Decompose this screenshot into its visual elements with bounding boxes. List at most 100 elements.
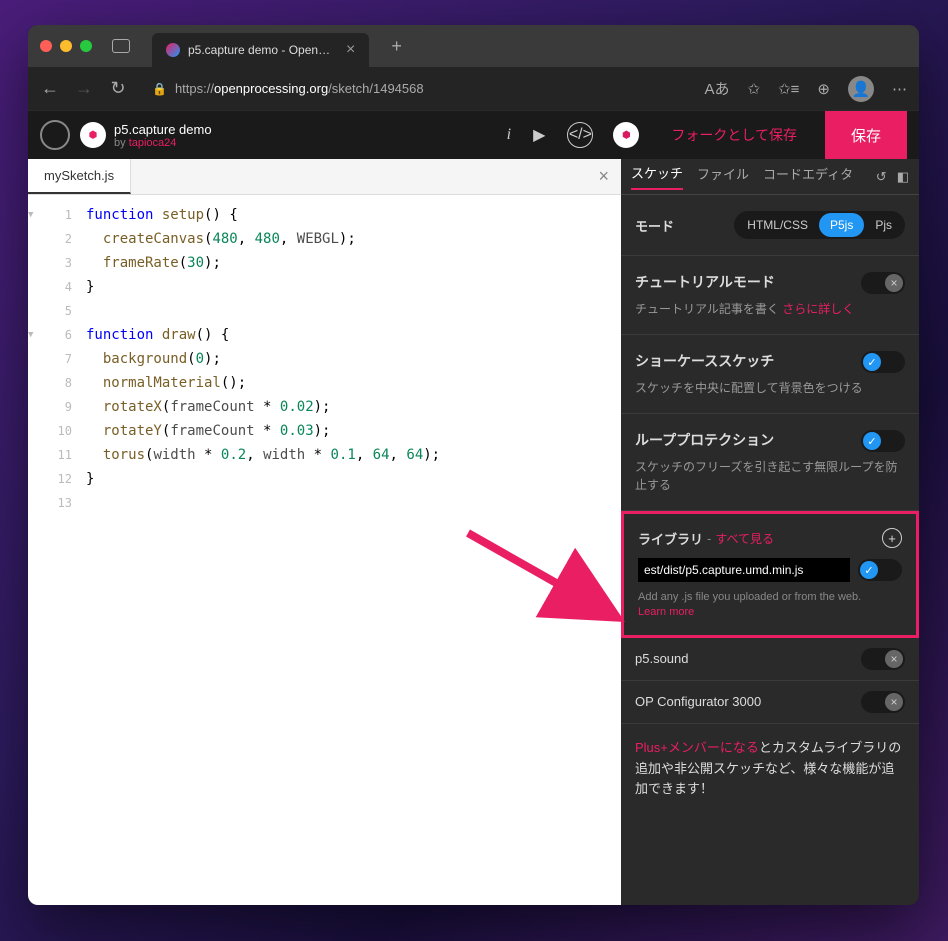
sketch-thumbnail-icon[interactable]: ⬢ — [80, 122, 106, 148]
openprocessing-logo-icon[interactable] — [40, 120, 70, 150]
sidebar-icon[interactable] — [112, 39, 130, 53]
showcase-title: ショーケーススケッチ — [635, 351, 774, 371]
mode-selector: HTML/CSS P5js Pjs — [734, 211, 905, 239]
showcase-section: ショーケーススケッチ ✓ スケッチを中央に配置して背景色をつける — [621, 335, 919, 414]
code-line: ▼6function draw() { — [28, 323, 621, 347]
library-item-label: OP Configurator 3000 — [635, 694, 761, 709]
reload-button[interactable]: ↻ — [108, 78, 128, 99]
code-line: 9 rotateX(frameCount * 0.02); — [28, 395, 621, 419]
tab-code-editor[interactable]: コードエディタ — [763, 164, 853, 189]
window-controls — [40, 40, 92, 52]
maximize-window-icon[interactable] — [80, 40, 92, 52]
loop-toggle[interactable]: ✓ — [861, 430, 905, 452]
library-url-toggle[interactable]: ✓ — [858, 559, 902, 581]
code-button[interactable]: </> — [567, 122, 593, 148]
library-section: ライブラリ - すべて見る + ✓ Add any .js file you u… — [621, 511, 919, 638]
info-button[interactable]: i — [507, 126, 511, 144]
sketch-author: by tapioca24 — [114, 137, 212, 149]
library-viewall-link[interactable]: すべて見る — [715, 530, 774, 547]
code-line: 10 rotateY(frameCount * 0.03); — [28, 419, 621, 443]
lock-icon: 🔒 — [152, 82, 167, 96]
loop-section: ループプロテクション ✓ スケッチのフリーズを引き起こす無限ループを防止する — [621, 414, 919, 511]
loop-title: ループプロテクション — [635, 430, 774, 450]
loop-desc: スケッチのフリーズを引き起こす無限ループを防止する — [635, 458, 905, 494]
tutorial-desc: チュートリアル記事を書く さらに詳しく — [635, 300, 905, 318]
code-editor: mySketch.js × ▼1function setup() {2 crea… — [28, 159, 621, 905]
browser-tab[interactable]: p5.capture demo - OpenProce × — [152, 33, 369, 67]
plus-link[interactable]: Plus+メンバーになる — [635, 740, 759, 755]
library-header: ライブラリ - すべて見る + — [638, 528, 902, 548]
browser-window: p5.capture demo - OpenProce × + ← → ↻ 🔒 … — [28, 25, 919, 905]
settings-sidebar: スケッチ ファイル コードエディタ ↺ ◧ モード HTML/CSS P5js … — [621, 159, 919, 905]
user-avatar[interactable]: ⬢ — [613, 122, 639, 148]
sketch-info: p5.capture demo by tapioca24 — [114, 122, 212, 149]
mode-html[interactable]: HTML/CSS — [736, 213, 819, 237]
url-bar: ← → ↻ 🔒 https://openprocessing.org/sketc… — [28, 67, 919, 111]
mode-section: モード HTML/CSS P5js Pjs — [621, 195, 919, 256]
forward-button[interactable]: → — [74, 78, 94, 99]
code-line: 4} — [28, 275, 621, 299]
library-url-input[interactable] — [638, 558, 850, 582]
code-line: 12} — [28, 467, 621, 491]
add-library-button[interactable]: + — [882, 528, 902, 548]
showcase-toggle[interactable]: ✓ — [861, 351, 905, 373]
bookmark-icon[interactable]: ◧ — [897, 169, 909, 185]
library-p5sound-toggle[interactable]: × — [861, 648, 905, 670]
library-item-opconfig: OP Configurator 3000 × — [621, 681, 919, 724]
file-tab[interactable]: mySketch.js — [28, 159, 131, 194]
url-text: https://openprocessing.org/sketch/149456… — [175, 81, 424, 96]
library-hint: Add any .js file you uploaded or from th… — [638, 590, 902, 621]
minimize-window-icon[interactable] — [60, 40, 72, 52]
showcase-desc: スケッチを中央に配置して背景色をつける — [635, 379, 905, 397]
app-header: ⬢ p5.capture demo by tapioca24 i ▶ </> ⬢… — [28, 111, 919, 159]
code-line: ▼1function setup() { — [28, 203, 621, 227]
close-window-icon[interactable] — [40, 40, 52, 52]
mode-label: モード — [635, 216, 674, 235]
plus-promo: Plus+メンバーになるとカスタムライブラリの追加や非公開スケッチなど、様々な機… — [621, 724, 919, 814]
author-link[interactable]: tapioca24 — [129, 137, 177, 149]
reader-icon[interactable]: Aあ — [705, 78, 730, 99]
sketch-title: p5.capture demo — [114, 122, 212, 137]
code-line: 13 — [28, 491, 621, 515]
code-line: 8 normalMaterial(); — [28, 371, 621, 395]
library-learn-link[interactable]: Learn more — [638, 606, 694, 618]
code-line: 7 background(0); — [28, 347, 621, 371]
tab-sketch[interactable]: スケッチ — [631, 163, 683, 190]
code-area[interactable]: ▼1function setup() {2 createCanvas(480, … — [28, 195, 621, 905]
new-tab-button[interactable]: + — [391, 36, 402, 57]
collections-icon[interactable]: ⊕ — [817, 80, 830, 98]
code-line: 11 torus(width * 0.2, width * 0.1, 64, 6… — [28, 443, 621, 467]
fork-button[interactable]: フォークとして保存 — [653, 125, 815, 145]
play-button[interactable]: ▶ — [533, 125, 545, 145]
tab-file[interactable]: ファイル — [697, 164, 749, 189]
mode-p5js[interactable]: P5js — [819, 213, 864, 237]
tab-title: p5.capture demo - OpenProce — [188, 43, 338, 57]
favorite-icon[interactable]: ✩ — [748, 80, 761, 98]
tutorial-toggle[interactable]: × — [861, 272, 905, 294]
profile-avatar[interactable]: 👤 — [848, 76, 874, 102]
code-line: 3 frameRate(30); — [28, 251, 621, 275]
library-opconfig-toggle[interactable]: × — [861, 691, 905, 713]
titlebar: p5.capture demo - OpenProce × + — [28, 25, 919, 67]
tutorial-section: チュートリアルモード × チュートリアル記事を書く さらに詳しく — [621, 256, 919, 335]
library-item-label: p5.sound — [635, 651, 689, 666]
save-button[interactable]: 保存 — [825, 111, 907, 160]
tutorial-more-link[interactable]: さらに詳しく — [782, 302, 854, 316]
file-tabs: mySketch.js × — [28, 159, 621, 195]
mode-pjs[interactable]: Pjs — [864, 213, 903, 237]
main-content: mySketch.js × ▼1function setup() {2 crea… — [28, 159, 919, 905]
code-line: 5 — [28, 299, 621, 323]
code-line: 2 createCanvas(480, 480, WEBGL); — [28, 227, 621, 251]
library-item-p5sound: p5.sound × — [621, 638, 919, 681]
history-icon[interactable]: ↺ — [876, 169, 887, 185]
back-button[interactable]: ← — [40, 78, 60, 99]
close-file-icon[interactable]: × — [598, 166, 609, 187]
favorites-bar-icon[interactable]: ✩≡ — [778, 80, 799, 98]
address-field[interactable]: 🔒 https://openprocessing.org/sketch/1494… — [142, 81, 691, 96]
more-icon[interactable]: ⋯ — [892, 80, 907, 98]
sidebar-tabs: スケッチ ファイル コードエディタ ↺ ◧ — [621, 159, 919, 195]
library-title: ライブラリ — [638, 529, 703, 548]
close-tab-icon[interactable]: × — [346, 41, 355, 59]
tutorial-title: チュートリアルモード — [635, 272, 775, 292]
browser-actions: Aあ ✩ ✩≡ ⊕ 👤 ⋯ — [705, 76, 908, 102]
